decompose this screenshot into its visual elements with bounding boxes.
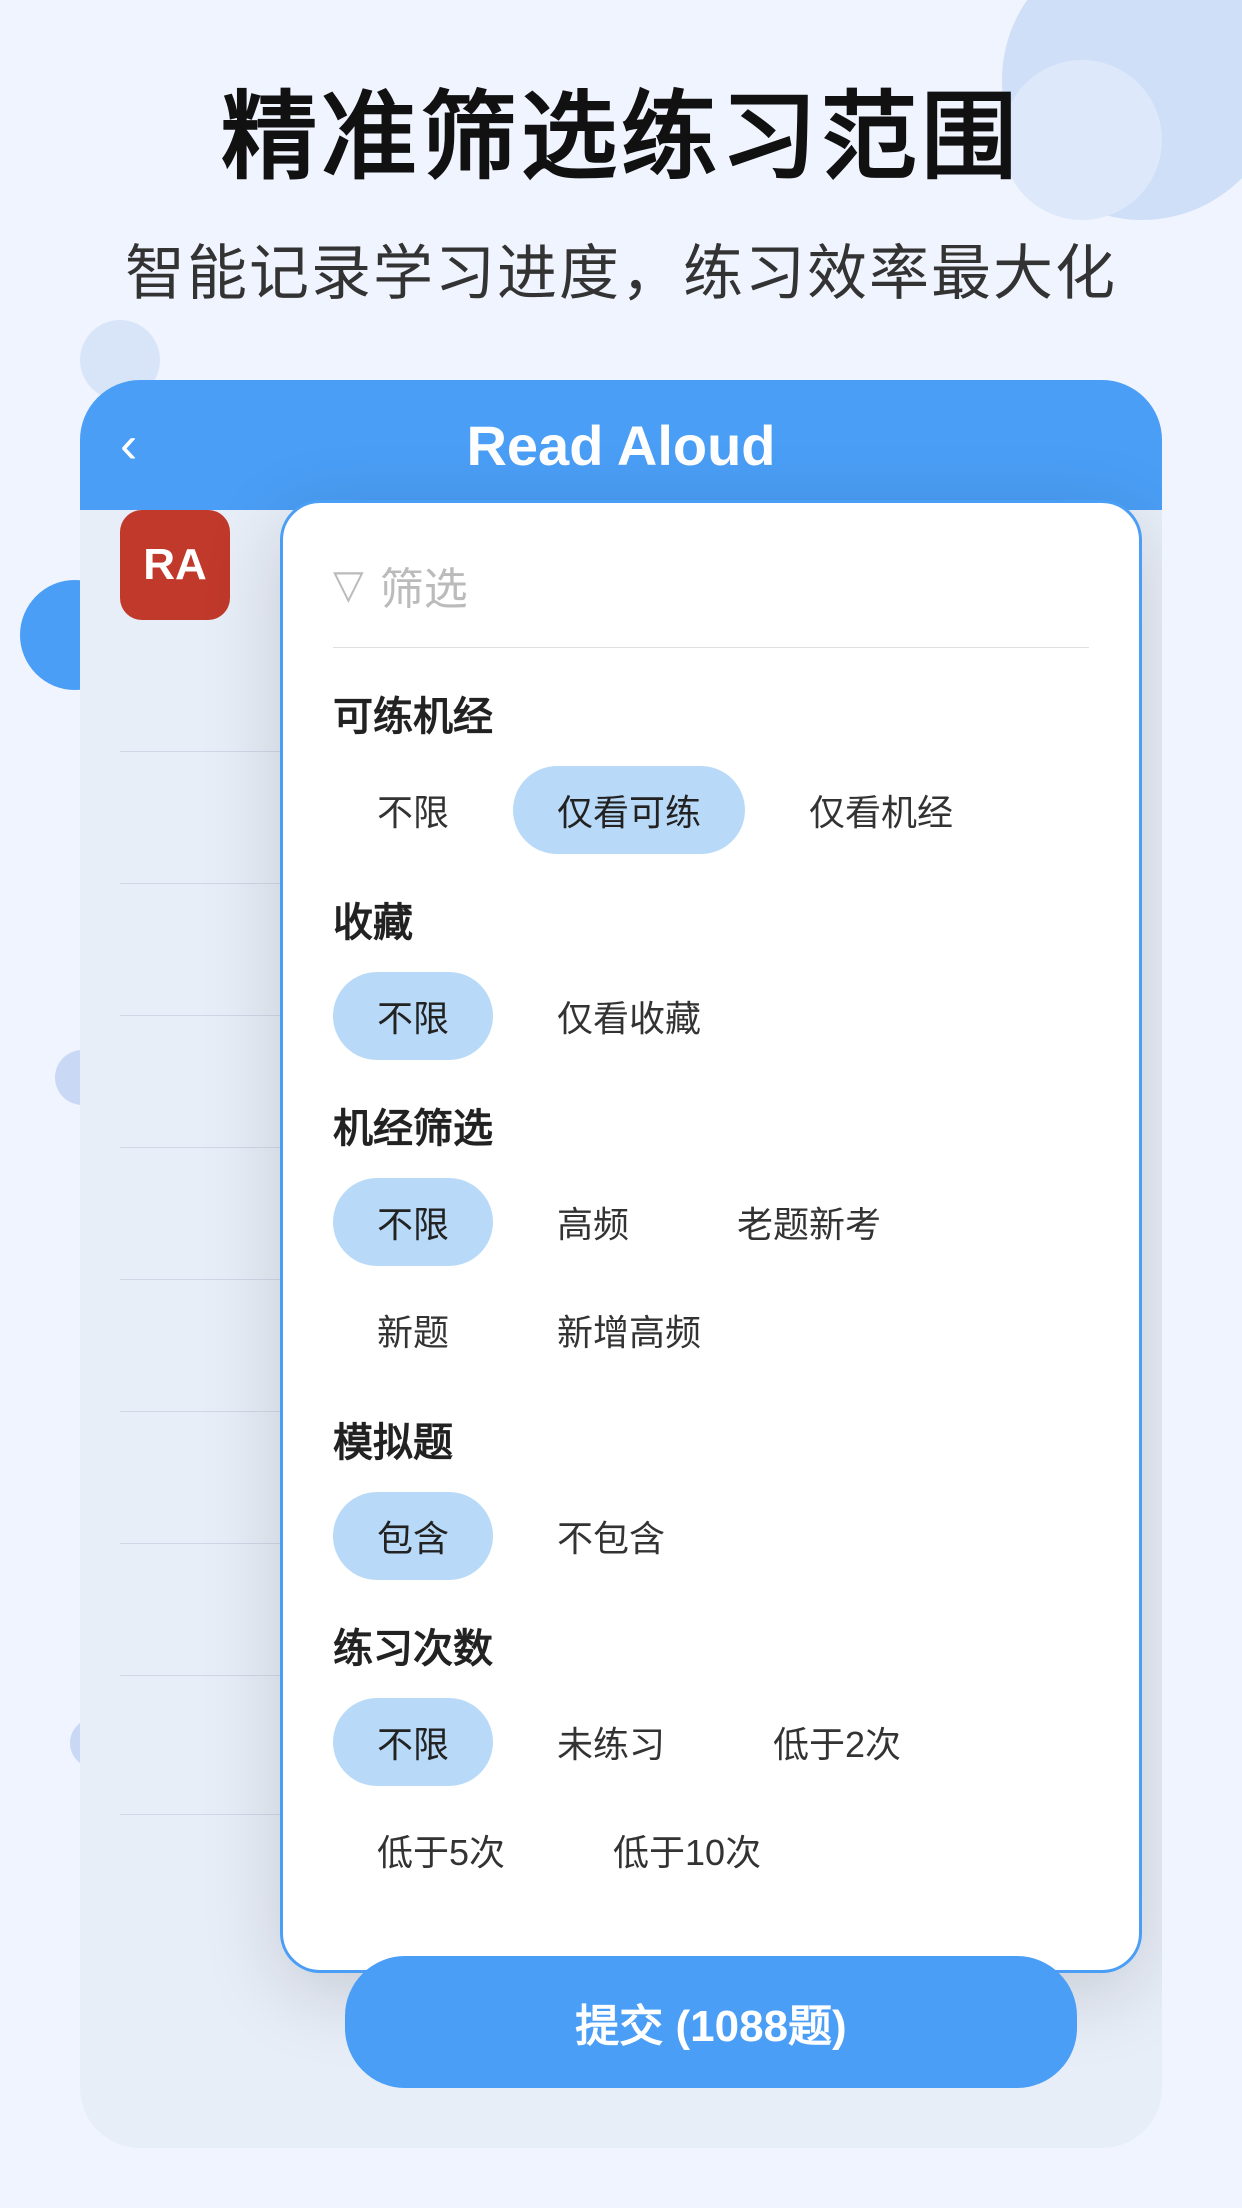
option-buxian-shoucang[interactable]: 不限 [333,972,493,1060]
section-lianxicishu: 练习次数 不限 未练习 低于2次 低于5次 低于10次 [333,1616,1089,1894]
section-kelijing: 可练机经 不限 仅看可练 仅看机经 [333,684,1089,854]
filter-modal: ▽ 筛选 可练机经 不限 仅看可练 仅看机经 收藏 不限 仅看收藏 机经筛选 不… [280,500,1142,1973]
option-row-moniti: 包含 不包含 [333,1492,1089,1580]
option-jikanjijing[interactable]: 仅看机经 [765,766,997,854]
option-gaopin[interactable]: 高频 [513,1178,673,1266]
option-weilianxi[interactable]: 未练习 [513,1698,709,1786]
option-diyue5ci[interactable]: 低于5次 [333,1806,549,1894]
option-laotixinkou[interactable]: 老题新考 [693,1178,925,1266]
phone-bg: ‹ Read Aloud RA 1. Book ch #213 2. Austr… [80,380,1162,2148]
option-diyue2ci[interactable]: 低于2次 [729,1698,945,1786]
section-title-jijingshaixuan: 机经筛选 [333,1096,1089,1154]
top-section: 精准筛选练习范围 智能记录学习进度，练习效率最大化 [0,80,1242,312]
ra-badge: RA [120,510,230,620]
option-jikanshoucang[interactable]: 仅看收藏 [513,972,745,1060]
section-shoucang: 收藏 不限 仅看收藏 [333,890,1089,1060]
option-buxian-kelijing[interactable]: 不限 [333,766,493,854]
option-xinti[interactable]: 新题 [333,1286,493,1374]
option-bubaohang[interactable]: 不包含 [513,1492,709,1580]
option-diyue10ci[interactable]: 低于10次 [569,1806,805,1894]
section-moniti: 模拟题 包含 不包含 [333,1410,1089,1580]
option-row-kelijing: 不限 仅看可练 仅看机经 [333,766,1089,854]
app-header: ‹ Read Aloud [80,380,1162,510]
option-row-lianxicishu: 不限 未练习 低于2次 低于5次 低于10次 [333,1698,1089,1894]
filter-header: ▽ 筛选 [333,553,1089,648]
option-buxian-jijing[interactable]: 不限 [333,1178,493,1266]
section-jijingshaixuan: 机经筛选 不限 高频 老题新考 新题 新增高频 [333,1096,1089,1374]
section-title-shoucang: 收藏 [333,890,1089,948]
filter-label: 筛选 [380,553,468,617]
option-buxian-cishu[interactable]: 不限 [333,1698,493,1786]
section-title-lianxicishu: 练习次数 [333,1616,1089,1674]
option-row-jijingshaixuan: 不限 高频 老题新考 新题 新增高频 [333,1178,1089,1374]
filter-icon: ▽ [333,562,364,608]
section-title-moniti: 模拟题 [333,1410,1089,1468]
main-title: 精准筛选练习范围 [80,80,1162,195]
back-button[interactable]: ‹ [120,415,137,475]
sub-title: 智能记录学习进度，练习效率最大化 [80,225,1162,312]
option-xinzenggaopin[interactable]: 新增高频 [513,1286,745,1374]
section-title-kelijing: 可练机经 [333,684,1089,742]
option-baohang[interactable]: 包含 [333,1492,493,1580]
header-title: Read Aloud [466,413,775,478]
submit-area: 提交 (1088题) [280,1956,1142,2088]
submit-button[interactable]: 提交 (1088题) [345,1956,1078,2088]
option-row-shoucang: 不限 仅看收藏 [333,972,1089,1060]
option-jikankepian[interactable]: 仅看可练 [513,766,745,854]
